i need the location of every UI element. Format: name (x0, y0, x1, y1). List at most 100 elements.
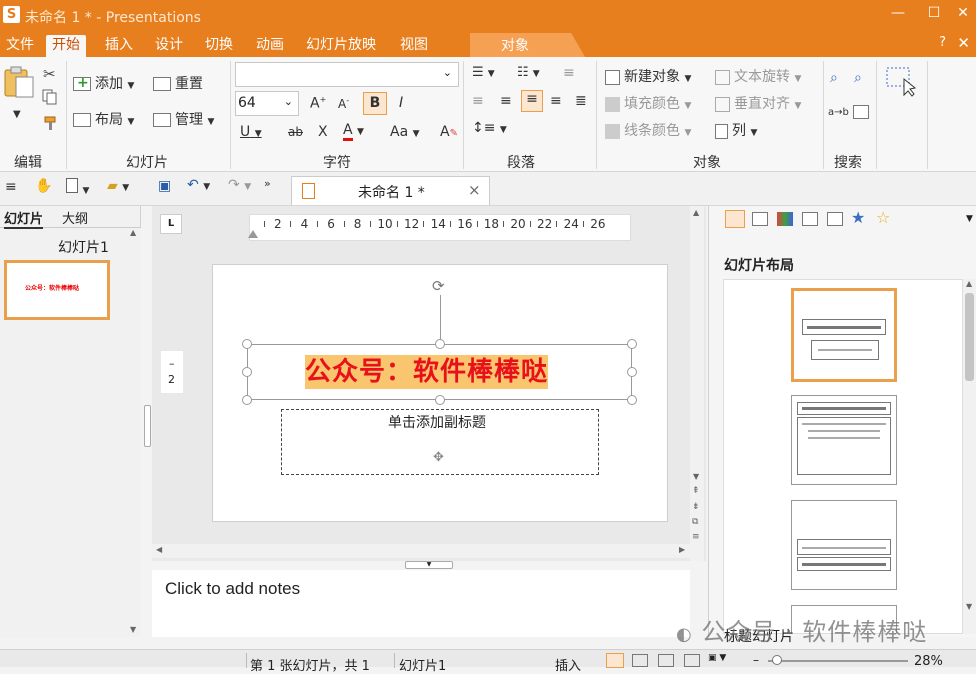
menu-home[interactable]: 开始 (46, 35, 86, 57)
new-object-button[interactable]: 新建对象 ▼ (605, 66, 691, 86)
replace-button[interactable]: a→b (828, 107, 849, 118)
manage-button[interactable]: 管理 ▼ (153, 109, 214, 129)
indent-marker[interactable] (248, 230, 258, 238)
zoom-slider-thumb[interactable] (772, 655, 782, 665)
layout-title-content[interactable] (791, 395, 897, 485)
hand-icon[interactable]: ✋ (35, 178, 52, 194)
fill-color-button[interactable]: 填充颜色 ▼ (605, 93, 691, 113)
document-tab-close[interactable]: × (468, 181, 481, 199)
resize-handle[interactable] (627, 339, 637, 349)
search-icon[interactable]: ⌕ (830, 70, 838, 86)
tab-outline[interactable]: 大纲 (62, 208, 88, 227)
color-scheme-icon[interactable] (777, 212, 793, 226)
layout-scrollbar[interactable]: ▲ ▼ (963, 279, 976, 634)
search-next-icon[interactable]: ⌕ (854, 70, 862, 86)
resize-handle[interactable] (242, 395, 252, 405)
outdent-icon[interactable]: ≡ (472, 93, 484, 109)
notes-view-icon[interactable] (684, 654, 700, 667)
format-painter-icon[interactable] (43, 115, 59, 131)
text-rotate-button[interactable]: 文本旋转 ▼ (715, 66, 801, 86)
help-button[interactable]: ? (939, 35, 946, 50)
scroll-up-icon[interactable]: ▲ (966, 279, 972, 288)
font-size-combo[interactable]: 64 ⌄ (235, 91, 299, 116)
outline-view-icon[interactable] (632, 654, 648, 667)
align-left-icon[interactable]: ≡ (500, 93, 512, 109)
slide-canvas[interactable]: ⟳ 公众号：软件棒棒哒 单击添加副标题 ✥ (212, 264, 668, 522)
align-center-icon[interactable]: ≡ (521, 90, 543, 112)
superscript-button[interactable]: X (318, 124, 328, 140)
editor-vscrollbar[interactable]: ▲ ▼ ⇞ ⇟ ⧉ ≡ (690, 206, 704, 561)
open-folder-icon[interactable]: ▰ ▼ (107, 178, 129, 194)
slide-thumbnail[interactable]: 公众号：软件棒棒哒 (4, 260, 110, 320)
new-document-icon[interactable]: ▼ (66, 178, 89, 197)
paste-icon[interactable] (3, 65, 35, 99)
menu-view[interactable]: 视图 (394, 35, 434, 57)
add-slide-button[interactable]: + 添加 ▼ (73, 73, 134, 93)
scrollbar-thumb[interactable] (965, 293, 974, 381)
vertical-align-button[interactable]: 垂直对齐 ▼ (715, 93, 801, 113)
move-icon[interactable]: ✥ (433, 450, 444, 465)
scroll-down-icon[interactable]: ▼ (130, 625, 136, 634)
zoom-slider[interactable] (768, 660, 908, 662)
font-color-button[interactable]: A ▼ (343, 122, 364, 141)
notes-pane[interactable]: Click to add notes (152, 570, 690, 637)
close-button[interactable]: ✕ (952, 5, 974, 25)
menu-animations[interactable]: 动画 (250, 35, 290, 57)
highlight-button[interactable]: A✎ (440, 124, 458, 140)
paste-dropdown-icon[interactable]: ▼ (13, 109, 21, 120)
select-objects-icon[interactable] (886, 67, 918, 97)
redo-icon[interactable]: ↷ ▼ (228, 177, 251, 193)
menu-slideshow[interactable]: 幻灯片放映 (300, 35, 382, 57)
scroll-down-icon[interactable]: ▼ (693, 472, 699, 481)
animation-star-icon[interactable]: ★ (851, 208, 865, 227)
menu-icon[interactable]: ≡ (5, 179, 17, 195)
notes-splitter-handle[interactable]: ▼ (405, 561, 453, 569)
menu-insert[interactable]: 插入 (99, 35, 139, 57)
panel-menu-icon[interactable]: ▼ (966, 214, 973, 224)
editor-hscrollbar[interactable]: ◀ ▶ (152, 544, 690, 558)
columns-button[interactable]: 列 ▼ (715, 120, 757, 140)
reset-slide-button[interactable]: 重置 (153, 73, 203, 93)
slideshow-view-icon[interactable]: ▣ ▼ (708, 653, 726, 663)
undo-icon[interactable]: ↶ ▼ (187, 177, 210, 193)
more-icon[interactable]: » (264, 177, 271, 190)
layout-section-header[interactable] (791, 500, 897, 590)
justify-icon[interactable]: ≣ (575, 93, 587, 109)
menu-design[interactable]: 设计 (149, 35, 189, 57)
bold-button[interactable]: B (363, 92, 387, 115)
vertical-ruler[interactable]: – 2 (161, 351, 183, 393)
layout-button[interactable]: 布局 ▼ (73, 109, 134, 129)
status-mode[interactable]: 插入 (555, 655, 581, 674)
slide-panel-scrollbar[interactable]: ▲ ▼ (127, 228, 141, 637)
horizontal-ruler[interactable]: 2 4 6 8 10 12 14 16 18 20 22 24 26 (248, 214, 631, 241)
scroll-down-icon[interactable]: ▼ (966, 602, 972, 611)
design-panel-icon[interactable] (752, 212, 768, 226)
resize-handle[interactable] (627, 395, 637, 405)
cut-icon[interactable]: ✂ (43, 65, 56, 83)
title-textbox[interactable]: 公众号：软件棒棒哒 (247, 344, 632, 400)
background-icon[interactable] (802, 212, 818, 226)
maximize-button[interactable]: ☐ (923, 5, 945, 25)
layout-panel-icon[interactable] (725, 210, 745, 228)
tab-slides[interactable]: 幻灯片 (4, 208, 44, 229)
rotate-handle-icon[interactable]: ⟳ (432, 277, 445, 295)
document-tab[interactable]: 未命名 1 * × (291, 176, 490, 205)
save-icon[interactable]: ▣ (158, 178, 171, 194)
menu-file[interactable]: 文件 (0, 35, 40, 57)
font-name-combo[interactable]: ⌄ (235, 62, 459, 87)
resize-handle[interactable] (242, 339, 252, 349)
bullets-button[interactable]: ☰ ▼ (472, 65, 495, 80)
scroll-up-icon[interactable]: ▲ (693, 208, 699, 217)
zoom-out-icon[interactable]: – (753, 653, 759, 667)
tab-object[interactable]: 对象 (470, 33, 585, 57)
scroll-right-icon[interactable]: ▶ (679, 545, 685, 554)
goto-icon[interactable] (853, 105, 869, 119)
ruler-corner[interactable]: L (160, 214, 182, 234)
shrink-font-button[interactable]: A- (338, 96, 349, 111)
numbering-button[interactable]: ☷ ▼ (517, 65, 540, 80)
fit-page-icon[interactable]: ⧉ (692, 517, 698, 527)
ribbon-close-button[interactable]: ✕ (957, 34, 970, 52)
align-right-icon[interactable]: ≡ (550, 93, 562, 109)
underline-button[interactable]: U ▼ (240, 124, 262, 140)
strikethrough-button[interactable]: ab (288, 125, 303, 139)
